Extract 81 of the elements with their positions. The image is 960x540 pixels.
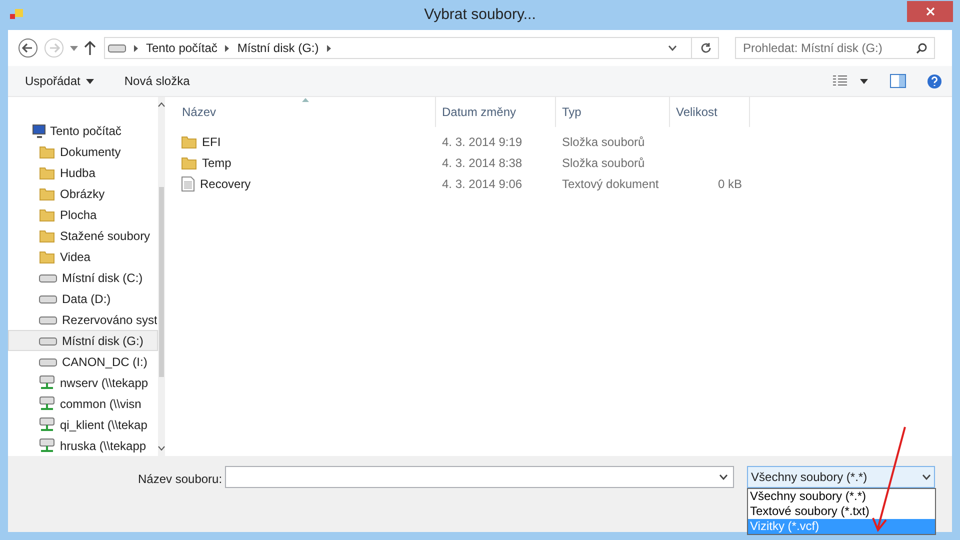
table-cell-text: Textový dokument (561, 176, 660, 192)
sidebar-item[interactable]: Plocha (8, 204, 158, 226)
table-cell-text: Složka souborů (561, 134, 646, 150)
breadcrumb[interactable]: Místní disk (G:) (237, 39, 319, 57)
drive-icon (108, 43, 126, 53)
file-name-field[interactable] (225, 466, 734, 488)
table-cell-text: 4. 3. 2014 8:38 (441, 154, 524, 172)
folder-icon (39, 228, 55, 244)
sidebar-item[interactable]: Videa (8, 246, 158, 268)
help-icon[interactable] (927, 74, 942, 88)
file-name[interactable]: EFI (202, 132, 221, 150)
drive-icon (39, 273, 57, 284)
table-cell-text: 0 kB (716, 176, 743, 192)
organize-button[interactable]: Uspořádat (25, 72, 94, 90)
preview-pane-icon[interactable] (890, 74, 906, 88)
dropdown-option[interactable]: Textové soubory (*.txt) (748, 504, 935, 519)
scroll-up-icon[interactable] (158, 102, 166, 107)
folder-icon (39, 144, 55, 160)
computer-icon (30, 124, 46, 138)
view-list-icon[interactable] (833, 75, 847, 87)
sidebar-item[interactable]: Tento počítač (8, 121, 158, 142)
chevron-icon[interactable] (225, 44, 230, 52)
column-header[interactable]: Typ (556, 97, 670, 127)
table-cell-text: 4. 3. 2014 9:19 (441, 134, 524, 150)
refresh-icon[interactable] (700, 42, 712, 54)
column-header[interactable]: Datum změny (436, 97, 556, 127)
sidebar-item[interactable]: nwserv (\\tekapp (8, 372, 158, 394)
file-type-dropdown[interactable]: Všechny soubory (*.*) (747, 466, 936, 488)
sidebar-item[interactable]: Obrázky (8, 184, 158, 205)
text-file-icon (181, 176, 195, 192)
folder-icon (39, 165, 55, 182)
network-drive-icon (39, 396, 55, 412)
scroll-down-icon[interactable] (158, 446, 166, 451)
sidebar-item[interactable]: common (\\visn (8, 393, 158, 414)
drive-icon (39, 356, 57, 367)
folder-icon (39, 207, 55, 224)
close-button[interactable] (907, 0, 953, 22)
network-drive-icon (39, 416, 55, 433)
sidebar-item[interactable]: Data (D:) (8, 288, 158, 310)
scrollbar-thumb[interactable] (159, 187, 164, 377)
breadcrumb[interactable]: Tento počítač (146, 39, 218, 57)
caret-icon[interactable] (860, 78, 868, 84)
sidebar-item[interactable]: Dokumenty (8, 142, 158, 163)
sidebar-item[interactable]: CANON_DC (I:) (8, 351, 158, 372)
sidebar-item[interactable]: Hudba (8, 162, 158, 184)
up-arrow-icon[interactable] (84, 41, 96, 55)
folder-icon (39, 249, 55, 266)
search-icon[interactable] (916, 42, 927, 54)
sidebar-item[interactable]: Místní disk (C:) (8, 268, 158, 288)
sidebar-item[interactable]: qi_klient (\\tekap (8, 414, 158, 436)
file-name[interactable]: Recovery (200, 174, 251, 192)
folder-icon (181, 154, 197, 170)
column-header[interactable]: Velikost (670, 97, 750, 127)
drive-icon (39, 314, 57, 325)
file-name[interactable]: Temp (202, 154, 232, 172)
table-cell-text: Složka souborů (561, 154, 646, 172)
drive-icon (39, 294, 57, 304)
drive-icon (39, 336, 57, 346)
network-drive-icon (39, 438, 55, 454)
back-icon[interactable] (18, 38, 38, 58)
search-field[interactable]: Prohledat: Místní disk (G:) (735, 37, 935, 59)
window-title: Vybrat soubory... (423, 4, 537, 25)
chevron-icon[interactable] (326, 44, 331, 52)
network-drive-icon (39, 374, 55, 391)
app-icon (10, 9, 24, 21)
folder-icon (181, 134, 197, 150)
table-cell-text: 4. 3. 2014 9:06 (441, 176, 524, 192)
dropdown-option[interactable]: Všechny soubory (*.*) (748, 489, 935, 504)
scrollbar[interactable] (158, 97, 166, 456)
caret-icon (86, 78, 94, 84)
sort-arrow-icon (302, 98, 309, 102)
new-folder-button[interactable]: Nová složka (124, 72, 190, 90)
sidebar-item[interactable]: Stažené soubory (8, 226, 158, 247)
file-name-label: Název souboru: (138, 471, 222, 488)
address-bar[interactable]: Tento počítač Místní disk (G:) (104, 37, 719, 59)
sidebar-item[interactable]: Místní disk (G:) (8, 330, 158, 352)
folder-icon (39, 186, 55, 202)
sidebar-item[interactable]: Rezervováno syst (8, 309, 158, 330)
sidebar-item[interactable]: hruska (\\tekapp (8, 435, 158, 456)
chevron-icon[interactable] (134, 44, 138, 52)
close-icon (926, 6, 934, 16)
